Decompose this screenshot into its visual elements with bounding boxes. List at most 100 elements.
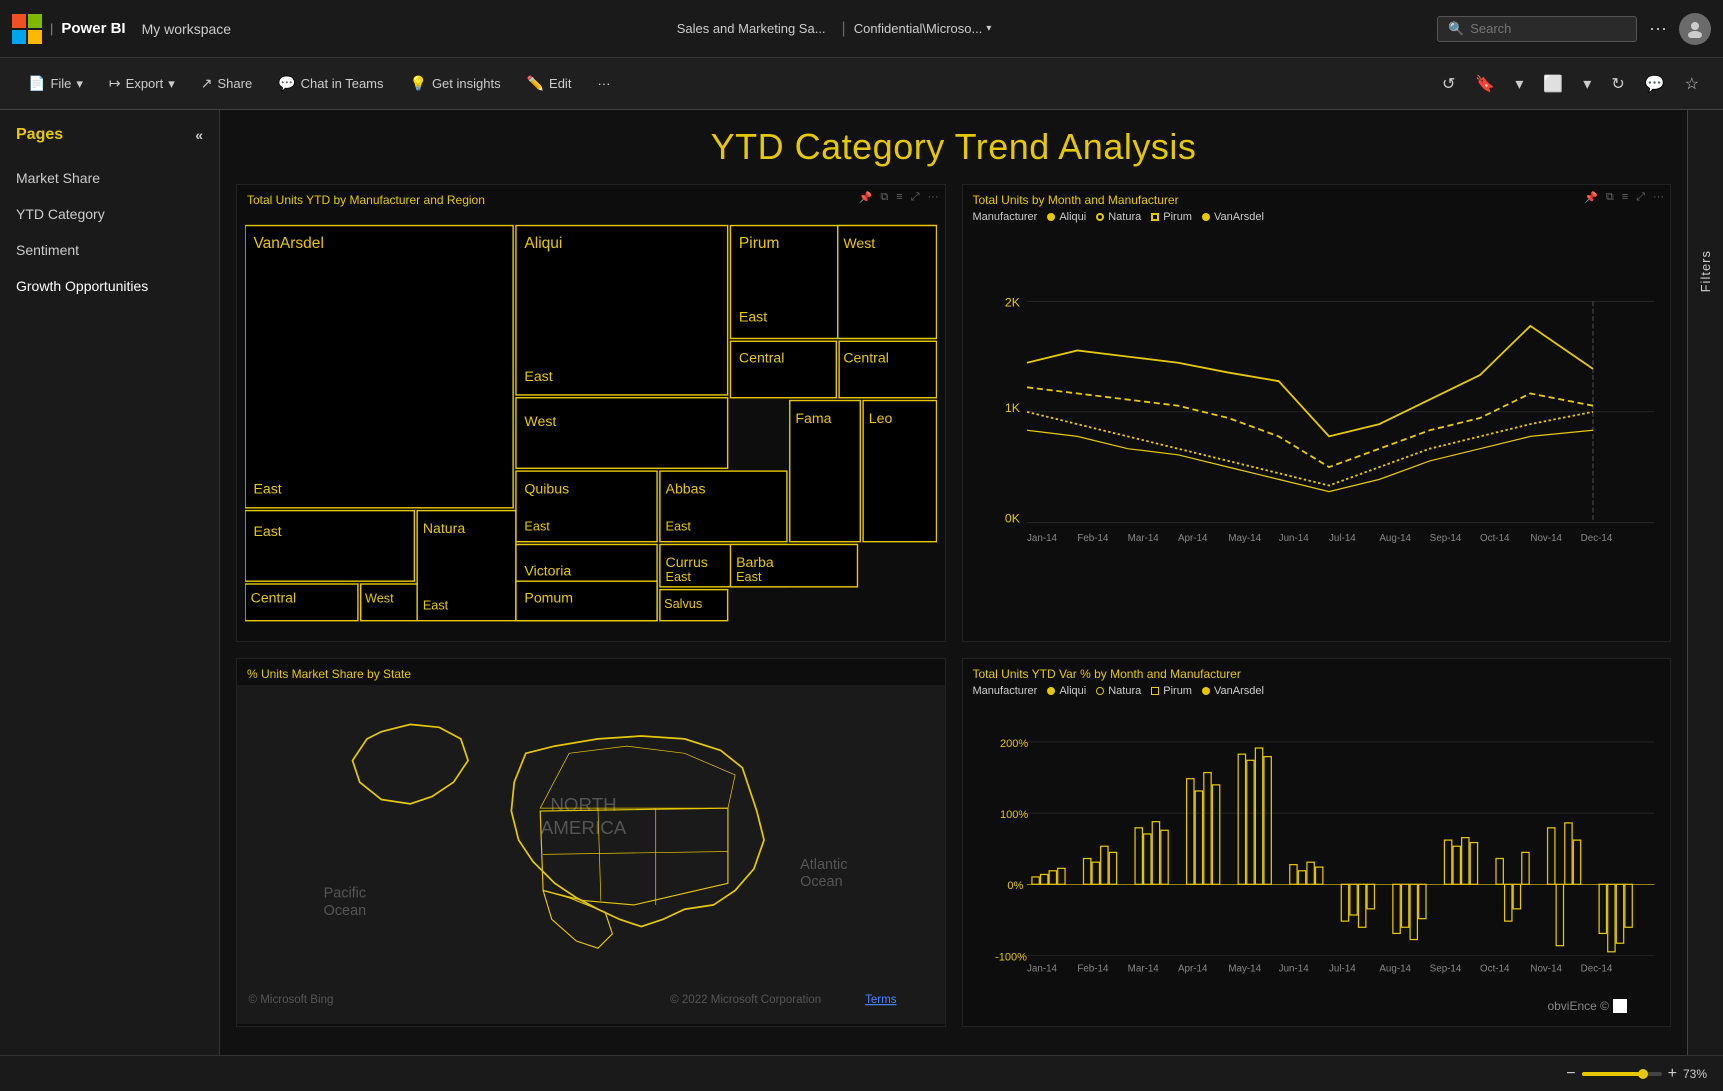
- svg-text:2K: 2K: [1004, 295, 1020, 309]
- svg-text:West: West: [365, 591, 394, 605]
- svg-text:Jan-14: Jan-14: [1027, 533, 1058, 544]
- line-chart-svg: 2K 1K 0K Jan-14 Feb-14 Ma: [973, 229, 1661, 619]
- sentiment-label: Sentiment: [16, 242, 79, 258]
- insights-label: Get insights: [432, 76, 501, 91]
- toolbar: 📄 File ▾ ↦ Export ▾ ↗ Share 💬 Chat in Te…: [0, 58, 1723, 110]
- svg-text:East: East: [524, 519, 550, 533]
- more-options-icon[interactable]: ···: [1649, 18, 1667, 39]
- svg-text:West: West: [843, 235, 875, 251]
- legend-pirum: Pirum: [1151, 211, 1192, 223]
- bar-chart-svg: 200% 100% 0% -100%: [973, 703, 1661, 1002]
- filter-icon2[interactable]: ≡: [1620, 189, 1630, 206]
- bar-chart-legend: Manufacturer Aliqui Natura: [973, 685, 1661, 697]
- view-chevron-icon[interactable]: ▾: [1577, 70, 1597, 98]
- svg-text:200%: 200%: [1000, 738, 1028, 750]
- toolbar-more-button[interactable]: ···: [587, 71, 620, 96]
- pin-icon2[interactable]: 📌: [1582, 189, 1600, 206]
- search-box[interactable]: 🔍: [1437, 16, 1637, 42]
- content-area: YTD Category Trend Analysis Total Units …: [220, 110, 1687, 1055]
- sidebar-item-growth-opportunities[interactable]: Growth Opportunities: [0, 268, 219, 304]
- bookmark-chevron-icon[interactable]: ▾: [1509, 70, 1529, 98]
- search-input[interactable]: [1470, 21, 1620, 36]
- share-button[interactable]: ↗ Share: [191, 70, 262, 97]
- page-title: YTD Category Trend Analysis: [236, 126, 1671, 168]
- copy-icon2[interactable]: ⧉: [1604, 189, 1616, 206]
- pin-icon[interactable]: 📌: [857, 189, 875, 206]
- bar-chart-title: Total Units YTD Var % by Month and Manuf…: [963, 659, 1671, 685]
- filter-icon[interactable]: ≡: [894, 189, 904, 206]
- export-button[interactable]: ↦ Export ▾: [99, 70, 185, 97]
- workspace-label[interactable]: My workspace: [142, 21, 231, 37]
- svg-text:West: West: [524, 413, 556, 429]
- expand-icon2[interactable]: ⤢: [1634, 189, 1647, 206]
- svg-text:Nov-14: Nov-14: [1530, 533, 1562, 544]
- zoom-controls: − + 73%: [1566, 1065, 1707, 1083]
- edit-label: Edit: [549, 76, 571, 91]
- svg-text:© 2022 Microsoft Corporation: © 2022 Microsoft Corporation: [670, 994, 821, 1006]
- bar-legend-natura: Natura: [1096, 685, 1141, 697]
- divider: |: [50, 21, 53, 36]
- logo-red: [12, 14, 26, 28]
- filters-label[interactable]: Filters: [1698, 250, 1713, 292]
- main-layout: Pages « Market Share YTD Category Sentim…: [0, 110, 1723, 1055]
- file-icon: 📄: [28, 75, 45, 92]
- branding-watermark: obviEnce ©: [1547, 999, 1627, 1013]
- copy-icon[interactable]: ⧉: [878, 189, 890, 206]
- legend-vanarsdel-label: VanArsdel: [1214, 211, 1264, 223]
- treemap-container: VanArsdel East East Central West: [237, 211, 945, 639]
- line-chart-panel: Total Units by Month and Manufacturer 📌 …: [962, 184, 1672, 642]
- pages-label: Pages: [16, 126, 63, 144]
- export-icon: ↦: [109, 75, 121, 92]
- more-icon2[interactable]: ···: [1651, 189, 1666, 206]
- file-button[interactable]: 📄 File ▾: [18, 70, 93, 97]
- insights-icon: 💡: [410, 75, 427, 92]
- svg-text:Natura: Natura: [423, 520, 466, 536]
- map-container: Pacific Ocean Atlantic Ocean NORTH AMERI…: [237, 685, 945, 1024]
- svg-text:Abbas: Abbas: [666, 481, 706, 497]
- expand-icon[interactable]: ⤢: [909, 189, 922, 206]
- undo-icon[interactable]: ↺: [1436, 70, 1461, 98]
- branding-text: obviEnce ©: [1547, 999, 1609, 1013]
- comment-icon[interactable]: 💬: [1639, 70, 1671, 98]
- file-chevron-icon: ▾: [76, 76, 83, 92]
- sidebar-item-ytd-category[interactable]: YTD Category: [0, 196, 219, 232]
- svg-text:Oct-14: Oct-14: [1480, 533, 1510, 544]
- edit-icon: ✏️: [527, 75, 544, 92]
- zoom-thumb: [1638, 1069, 1648, 1079]
- svg-text:East: East: [666, 519, 692, 533]
- chat-teams-button[interactable]: 💬 Chat in Teams: [268, 70, 393, 97]
- sidebar-collapse-icon[interactable]: «: [195, 127, 203, 143]
- zoom-out-icon[interactable]: −: [1566, 1065, 1575, 1083]
- sensitivity-label[interactable]: Confidential\Microso...: [854, 21, 983, 36]
- zoom-slider[interactable]: [1582, 1072, 1662, 1076]
- zoom-in-icon[interactable]: +: [1668, 1065, 1677, 1083]
- svg-text:VanArsdel: VanArsdel: [253, 235, 323, 252]
- legend-natura-label: Natura: [1108, 211, 1141, 223]
- svg-text:Central: Central: [251, 589, 296, 605]
- avatar[interactable]: [1679, 13, 1711, 45]
- bar-legend-aliqui: Aliqui: [1047, 685, 1086, 697]
- svg-text:Atlantic: Atlantic: [800, 857, 847, 873]
- insights-button[interactable]: 💡 Get insights: [400, 70, 511, 97]
- svg-text:May-14: May-14: [1228, 964, 1261, 975]
- svg-text:AMERICA: AMERICA: [541, 817, 627, 838]
- more-icon[interactable]: ···: [926, 189, 941, 206]
- svg-text:1K: 1K: [1004, 401, 1020, 415]
- svg-text:Aug-14: Aug-14: [1379, 533, 1411, 544]
- view-icon[interactable]: ⬜: [1537, 70, 1569, 98]
- star-icon[interactable]: ☆: [1679, 70, 1705, 98]
- map-title: % Units Market Share by State: [237, 659, 945, 685]
- sensitivity-chevron-icon[interactable]: ▾: [986, 23, 991, 34]
- sidebar-item-sentiment[interactable]: Sentiment: [0, 232, 219, 268]
- line-chart-toolbar: 📌 ⧉ ≡ ⤢ ···: [1582, 189, 1666, 206]
- refresh-icon[interactable]: ↻: [1605, 70, 1630, 98]
- svg-text:Oct-14: Oct-14: [1480, 964, 1510, 975]
- search-icon: 🔍: [1448, 21, 1464, 37]
- sidebar-item-market-share[interactable]: Market Share: [0, 160, 219, 196]
- edit-button[interactable]: ✏️ Edit: [517, 70, 582, 97]
- svg-text:Apr-14: Apr-14: [1178, 964, 1208, 975]
- bookmark-icon[interactable]: 🔖: [1469, 70, 1501, 98]
- svg-text:-100%: -100%: [995, 952, 1027, 964]
- svg-text:Aliqui: Aliqui: [524, 235, 562, 252]
- branding-box: [1613, 999, 1627, 1013]
